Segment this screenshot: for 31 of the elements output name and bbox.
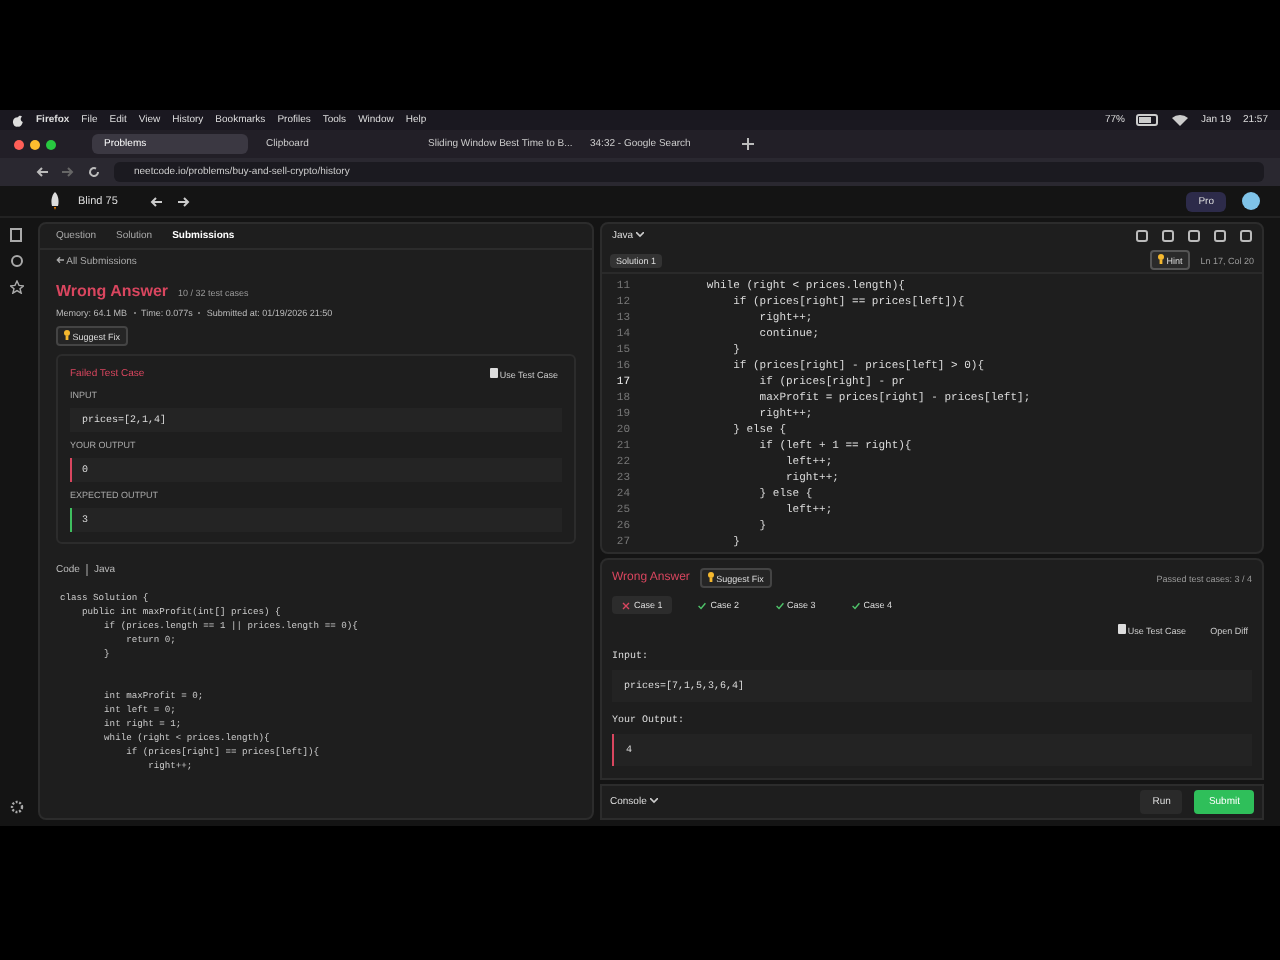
apple-icon[interactable]	[12, 113, 24, 127]
check-icon	[698, 601, 707, 609]
wifi-icon[interactable]	[1172, 114, 1189, 126]
back-arrow-icon[interactable]	[36, 166, 48, 178]
document-icon	[1117, 624, 1126, 634]
rocket-icon[interactable]	[48, 192, 62, 210]
battery-icon[interactable]	[1136, 114, 1161, 126]
reload-icon[interactable]	[88, 166, 100, 178]
document-icon[interactable]	[10, 228, 22, 242]
result-status: Wrong Answer	[56, 282, 169, 300]
toolbar-icon[interactable]	[1214, 230, 1226, 242]
lightbulb-icon	[1157, 254, 1164, 264]
check-icon	[851, 601, 860, 609]
caret-icon	[635, 232, 644, 238]
document-icon	[489, 368, 498, 378]
check-icon	[775, 601, 784, 609]
toolbar-icon[interactable]	[1136, 230, 1148, 242]
toolbar-icon[interactable]	[1240, 230, 1252, 242]
back-arrow-icon[interactable]	[149, 195, 162, 207]
cross-icon	[622, 601, 630, 609]
avatar-circle[interactable]	[1242, 192, 1260, 210]
lightbulb-icon	[64, 330, 70, 340]
star-icon[interactable]	[9, 280, 23, 294]
settings-icon[interactable]	[9, 800, 23, 814]
toolbar-icon[interactable]	[1162, 230, 1174, 242]
window-controls-drawing[interactable]	[12, 137, 58, 151]
lightbulb-icon	[707, 572, 714, 582]
new-tab-icon[interactable]	[740, 136, 756, 152]
toolbar-icon[interactable]	[1188, 230, 1200, 242]
caret-icon	[649, 798, 658, 804]
back-arrow-icon	[56, 256, 64, 264]
